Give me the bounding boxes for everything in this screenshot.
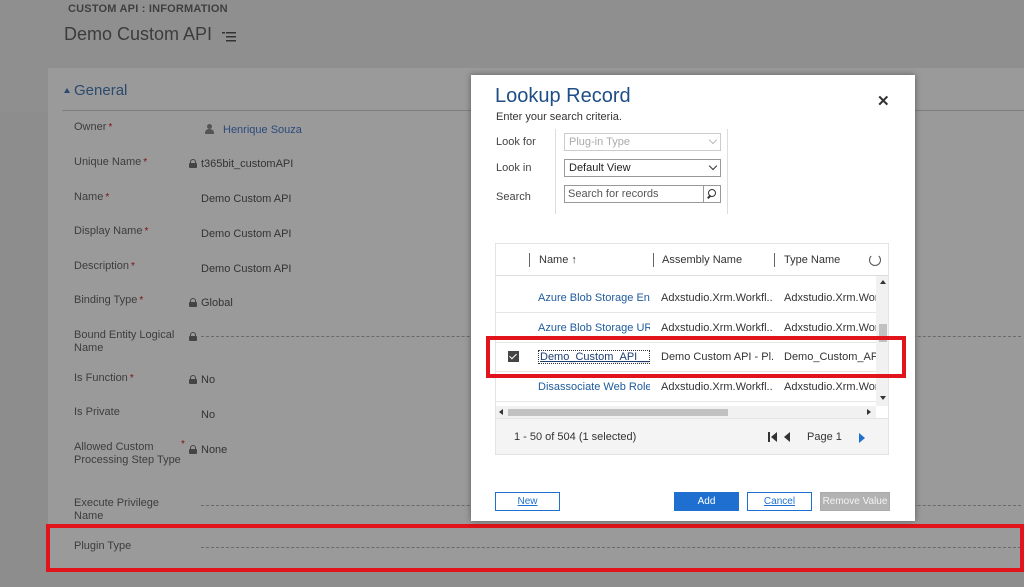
row-type: Adxstudio.Xrm.Work (784, 292, 876, 304)
row-assembly: Adxstudio.Xrm.Workfl... (661, 322, 773, 334)
table-row[interactable]: Azure Blob Storage En... Adxstudio.Xrm.W… (496, 284, 876, 313)
close-icon[interactable]: ✕ (877, 92, 890, 110)
column-type-name[interactable]: Type Name (784, 254, 840, 266)
chevron-down-icon (708, 161, 718, 171)
dialog-subtitle: Enter your search criteria. (496, 111, 622, 123)
owner-value[interactable]: Henrique Souza (205, 124, 302, 136)
field-label-binding-type: Binding Type * (74, 294, 144, 306)
chevron-down-icon (708, 135, 718, 145)
field-label-bound-entity: Bound Entity Logical Name (74, 329, 175, 354)
add-button[interactable]: Add (674, 492, 739, 511)
lookup-dialog: Lookup Record Enter your search criteria… (471, 75, 915, 521)
lock-icon (189, 298, 197, 307)
look-for-label: Look for (496, 136, 536, 148)
look-in-select[interactable]: Default View (564, 159, 721, 177)
field-label-allowed-processing: Allowed Custom Processing Step Type (74, 441, 181, 466)
menu-icon[interactable] (222, 30, 236, 42)
is-private-value[interactable]: No (201, 409, 215, 421)
section-title[interactable]: General (66, 82, 127, 99)
row-assembly: Adxstudio.Xrm.Workfl... (661, 381, 773, 393)
field-label-name: Name * (74, 191, 110, 203)
description-value[interactable]: Demo Custom API (201, 263, 291, 275)
refresh-icon[interactable] (869, 254, 881, 266)
lock-icon (189, 159, 197, 168)
next-page-icon[interactable] (859, 433, 865, 443)
lock-icon (189, 375, 197, 384)
row-name-link[interactable]: Disassociate Web Role (538, 381, 650, 393)
row-assembly: Adxstudio.Xrm.Workfl... (661, 292, 773, 304)
field-label-unique-name: Unique Name * (74, 156, 148, 168)
column-assembly-name[interactable]: Assembly Name (662, 254, 742, 266)
row-type: Adxstudio.Xrm.Work (784, 381, 876, 393)
scroll-left-icon[interactable] (499, 409, 503, 415)
scroll-down-icon[interactable] (880, 396, 886, 400)
criteria-divider (555, 129, 556, 214)
row-name-link[interactable]: Azure Blob Storage En... (538, 292, 650, 304)
row-name-link[interactable]: Azure Blob Storage URL (538, 322, 650, 334)
is-function-value: No (189, 374, 215, 386)
highlight-plugin-type (46, 524, 1024, 572)
record-count: 1 - 50 of 504 (1 selected) (514, 431, 637, 443)
lock-icon (189, 445, 197, 454)
column-name[interactable]: Name ↑ (539, 254, 577, 266)
cancel-button[interactable]: Cancel (747, 492, 812, 511)
entity-label: CUSTOM API : INFORMATION (68, 3, 228, 15)
unique-name-value: t365bit_customAPI (189, 158, 293, 170)
highlight-selected-row (486, 336, 906, 378)
remove-value-button[interactable]: Remove Value (820, 492, 890, 511)
display-name-value[interactable]: Demo Custom API (201, 228, 291, 240)
search-input[interactable]: Search for records (564, 185, 704, 203)
required-marker: * (181, 439, 185, 450)
scroll-up-icon[interactable] (880, 280, 886, 284)
field-label-execute-privilege: Execute Privilege Name (74, 497, 159, 522)
field-label-is-function: Is Function * (74, 372, 134, 384)
grid-header: Name ↑ Assembly Name Type Name (496, 244, 888, 276)
lock-icon (189, 332, 197, 341)
name-value[interactable]: Demo Custom API (201, 193, 291, 205)
look-in-label: Look in (496, 162, 532, 174)
grid-footer: 1 - 50 of 504 (1 selected) Page 1 (496, 418, 888, 454)
search-button[interactable] (704, 185, 721, 203)
criteria-divider (727, 129, 728, 214)
look-for-select: Plug-in Type (564, 133, 721, 151)
dialog-title: Lookup Record (495, 85, 631, 107)
first-page-icon[interactable] (768, 432, 780, 442)
user-icon (205, 124, 214, 134)
record-title: Demo Custom API (64, 24, 213, 44)
new-button[interactable]: New (495, 492, 560, 511)
field-label-display-name: Display Name * (74, 225, 149, 237)
scroll-right-icon[interactable] (867, 409, 871, 415)
field-label-description: Description * (74, 260, 135, 272)
field-label-owner: Owner * (74, 121, 113, 133)
field-label-is-private: Is Private (74, 406, 120, 418)
allowed-processing-value: None (189, 444, 227, 456)
binding-type-value: Global (189, 297, 233, 309)
horizontal-scrollbar[interactable] (496, 406, 876, 418)
row-type: Adxstudio.Xrm.Work (784, 322, 876, 334)
page-label: Page 1 (807, 431, 842, 443)
previous-page-icon[interactable] (784, 432, 790, 442)
search-label: Search (496, 191, 531, 203)
